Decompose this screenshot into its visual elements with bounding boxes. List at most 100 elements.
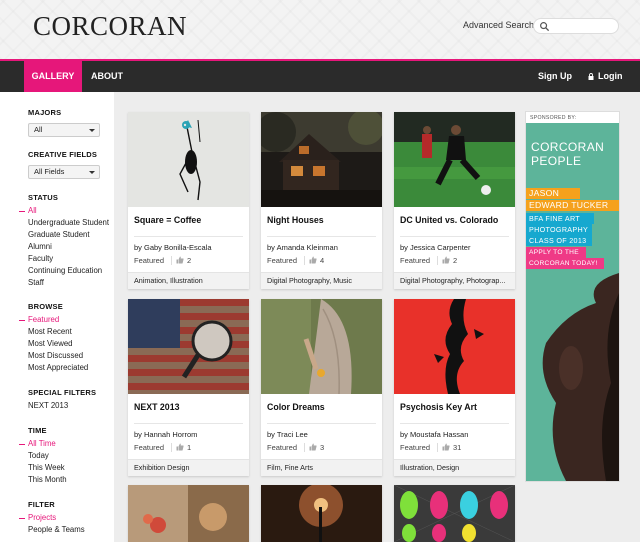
project-thumbnail[interactable] [394,485,515,542]
project-fields[interactable]: Film, Fine Arts [261,459,382,476]
tab-gallery[interactable]: GALLERY [24,61,82,92]
thumbnail-psychosis [394,299,515,394]
project-card[interactable] [128,485,249,542]
time-item-all-time[interactable]: All Time [19,438,67,450]
project-thumbnail[interactable] [261,485,382,542]
project-fields[interactable]: Digital Photography, Music [261,272,382,289]
divider [171,256,172,265]
browse-item-most-discussed[interactable]: Most Discussed [28,350,88,362]
status-item-all[interactable]: All [18,205,109,217]
featured-label: Featured [134,443,165,452]
thumbnail-color-dreams [261,299,382,394]
project-thumbnail[interactable] [128,485,249,542]
special-filters-list: NEXT 2013 [28,400,68,412]
main-nav: GALLERY ABOUT Sign Up Login [0,61,640,92]
project-thumbnail[interactable] [128,112,249,207]
creative-fields-select[interactable]: All Fields [28,165,100,179]
signup-link[interactable]: Sign Up [538,61,572,92]
thumbs-up-icon [309,256,317,264]
project-title[interactable]: DC United vs. Colorado [400,215,498,225]
project-author[interactable]: by Amanda Kleinman [267,243,338,252]
divider [134,236,243,237]
browse-item-most-recent[interactable]: Most Recent [28,326,88,338]
divider [304,443,305,452]
thumbs-up-icon [176,256,184,264]
project-thumbnail[interactable] [261,112,382,207]
status-item-graduate[interactable]: Graduate Student [28,229,109,241]
thumbs-up-icon [442,443,450,451]
project-thumbnail[interactable] [261,299,382,394]
project-author[interactable]: by Traci Lee [267,430,308,439]
project-author[interactable]: by Gaby Bonilla-Escala [134,243,212,252]
project-title[interactable]: Color Dreams [267,402,325,412]
project-fields[interactable]: Digital Photography, Photograp... [394,272,515,289]
divider [437,256,438,265]
project-card[interactable] [394,485,515,542]
project-thumbnail[interactable] [394,112,515,207]
project-author[interactable]: by Moustafa Hassan [400,430,468,439]
filter-list: Projects People & Teams [19,512,85,536]
thumbnail-square-coffee [128,112,249,207]
filter-item-people-teams[interactable]: People & Teams [28,524,85,536]
project-card[interactable]: Psychosis Key Art by Moustafa Hassan Fea… [394,299,515,476]
project-fields[interactable]: Animation, Illustration [128,272,249,289]
search-input[interactable] [552,20,616,33]
likes-value: 2 [453,256,458,265]
special-filters-title: SPECIAL FILTERS [28,388,97,397]
chevron-down-icon [89,129,95,132]
divider [171,443,172,452]
project-card[interactable]: Square = Coffee by Gaby Bonilla-Escala F… [128,112,249,289]
project-title[interactable]: NEXT 2013 [134,402,179,412]
sponsored-label: SPONSORED BY: [530,115,577,121]
status-item-undergraduate[interactable]: Undergraduate Student [28,217,109,229]
majors-select[interactable]: All [28,123,100,137]
project-card[interactable]: DC United vs. Colorado by Jessica Carpen… [394,112,515,289]
project-card[interactable]: NEXT 2013 by Hannah Horrom Featured 1 Ex… [128,299,249,476]
project-card[interactable]: Color Dreams by Traci Lee Featured 3 Fil… [261,299,382,476]
project-card[interactable] [261,485,382,542]
time-item-this-week[interactable]: This Week [28,462,67,474]
status-item-alumni[interactable]: Alumni [28,241,109,253]
project-card[interactable]: Night Houses by Amanda Kleinman Featured… [261,112,382,289]
featured-label: Featured [134,256,165,265]
browse-item-most-appreciated[interactable]: Most Appreciated [28,362,88,374]
browse-item-most-viewed[interactable]: Most Viewed [28,338,88,350]
time-item-today[interactable]: Today [28,450,67,462]
site-logo[interactable]: CORCORAN [33,11,187,42]
status-title: STATUS [28,193,59,202]
project-author[interactable]: by Jessica Carpenter [400,243,470,252]
advanced-search-link[interactable]: Advanced Search [463,20,534,30]
time-title: TIME [28,426,47,435]
status-item-faculty[interactable]: Faculty [28,253,109,265]
ad-line: CORCORAN TODAY! [526,258,604,269]
appreciation-count: 2 [176,256,191,265]
status-item-staff[interactable]: Staff [28,277,109,289]
browse-item-featured[interactable]: Featured [18,314,88,326]
site-header: CORCORAN Advanced Search [0,0,640,59]
ad-artwork[interactable]: CORCORAN PEOPLE JASON EDWARD TUCKER BFA … [526,123,619,481]
browse-list: Featured Most Recent Most Viewed Most Di… [18,314,88,374]
project-title[interactable]: Psychosis Key Art [400,402,477,412]
project-fields[interactable]: Illustration, Design [394,459,515,476]
majors-selected: All [34,125,43,134]
tab-about[interactable]: ABOUT [91,61,123,92]
search-box[interactable] [533,18,619,34]
filter-item-projects[interactable]: Projects [19,512,85,524]
thumbnail-night-houses [261,112,382,207]
ad-line: EDWARD TUCKER [526,200,619,211]
project-title[interactable]: Square = Coffee [134,215,201,225]
login-label: Login [598,71,623,81]
time-item-this-month[interactable]: This Month [28,474,67,486]
project-author[interactable]: by Hannah Horrom [134,430,197,439]
status-item-continuing-education[interactable]: Continuing Education [28,265,109,277]
likes-value: 3 [320,443,325,452]
thumbnail-dc-united [394,112,515,207]
special-filter-next-2013[interactable]: NEXT 2013 [28,400,68,412]
login-link[interactable]: Login [588,61,623,92]
project-thumbnail[interactable] [394,299,515,394]
project-thumbnail[interactable] [128,299,249,394]
thumbs-up-icon [176,443,184,451]
project-title[interactable]: Night Houses [267,215,324,225]
project-fields[interactable]: Exhibition Design [128,459,249,476]
sponsored-ad[interactable]: SPONSORED BY: CORCORAN PEOPLE JASON EDWA… [525,111,620,482]
